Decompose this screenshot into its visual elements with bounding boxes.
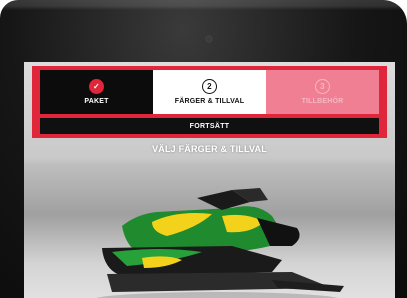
step-paket-label: PAKET bbox=[84, 98, 109, 105]
step-farger-tillval[interactable]: 2 FÄRGER & TILLVAL bbox=[153, 70, 266, 114]
check-icon: ✓ bbox=[89, 79, 104, 94]
section-title: VÄLJ FÄRGER & TILLVAL bbox=[152, 144, 267, 154]
snowmobile-image bbox=[96, 188, 344, 298]
step-tillbehor-label: TILLBEHÖR bbox=[301, 98, 344, 105]
step-tillbehor[interactable]: 3 TILLBEHÖR bbox=[266, 70, 379, 114]
shadow bbox=[96, 292, 338, 298]
step-progress-bar: ✓ PAKET 2 FÄRGER & TILLVAL 3 TILLBEHÖR F… bbox=[32, 66, 387, 138]
step-tabs: ✓ PAKET 2 FÄRGER & TILLVAL 3 TILLBEHÖR bbox=[40, 70, 379, 114]
continue-button[interactable]: FORTSÄTT bbox=[40, 118, 379, 134]
step-farger-tillval-label: FÄRGER & TILLVAL bbox=[174, 98, 245, 105]
step-number-badge: 2 bbox=[202, 79, 217, 94]
tablet-device: ✓ PAKET 2 FÄRGER & TILLVAL 3 TILLBEHÖR F… bbox=[0, 0, 407, 298]
step-number-badge: 3 bbox=[315, 79, 330, 94]
camera-icon bbox=[206, 36, 212, 42]
configurator-screen: ✓ PAKET 2 FÄRGER & TILLVAL 3 TILLBEHÖR F… bbox=[24, 62, 395, 298]
step-paket[interactable]: ✓ PAKET bbox=[40, 70, 153, 114]
